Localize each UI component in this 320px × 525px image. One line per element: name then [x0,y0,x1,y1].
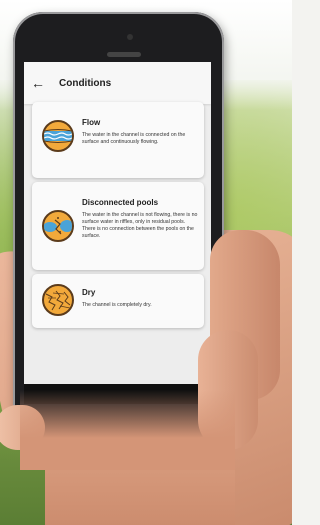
app-bar: ← Conditions [24,62,211,104]
condition-card-flow[interactable]: Flow The water in the channel is connect… [32,102,204,178]
palm [20,390,235,470]
camera-icon [127,34,133,40]
dry-riverbed-icon [42,284,74,316]
condition-card-dry[interactable]: Dry The channel is completely dry. [32,274,204,328]
condition-description-dry: The channel is completely dry. [82,302,152,308]
back-arrow-icon[interactable]: ← [31,75,55,91]
flowing-water-icon [42,120,74,152]
condition-title-dry: Dry [82,288,96,297]
condition-title-disconnected-pools: Disconnected pools [82,198,159,207]
page-title: Conditions [59,77,112,89]
condition-description-flow: The water in the channel is connected on… [82,132,186,145]
condition-card-disconnected-pools[interactable]: Disconnected pools The water in the chan… [32,182,204,270]
speaker-grille [107,52,141,57]
condition-title-flow: Flow [82,118,101,127]
photo-background: ← Conditions Flow The water in the chann… [0,0,292,525]
disconnected-pools-icon [42,210,74,242]
app-screen: ← Conditions Flow The water in the chann… [24,62,211,384]
condition-description-disconnected-pools: The water in the channel is not flowing,… [82,212,198,239]
